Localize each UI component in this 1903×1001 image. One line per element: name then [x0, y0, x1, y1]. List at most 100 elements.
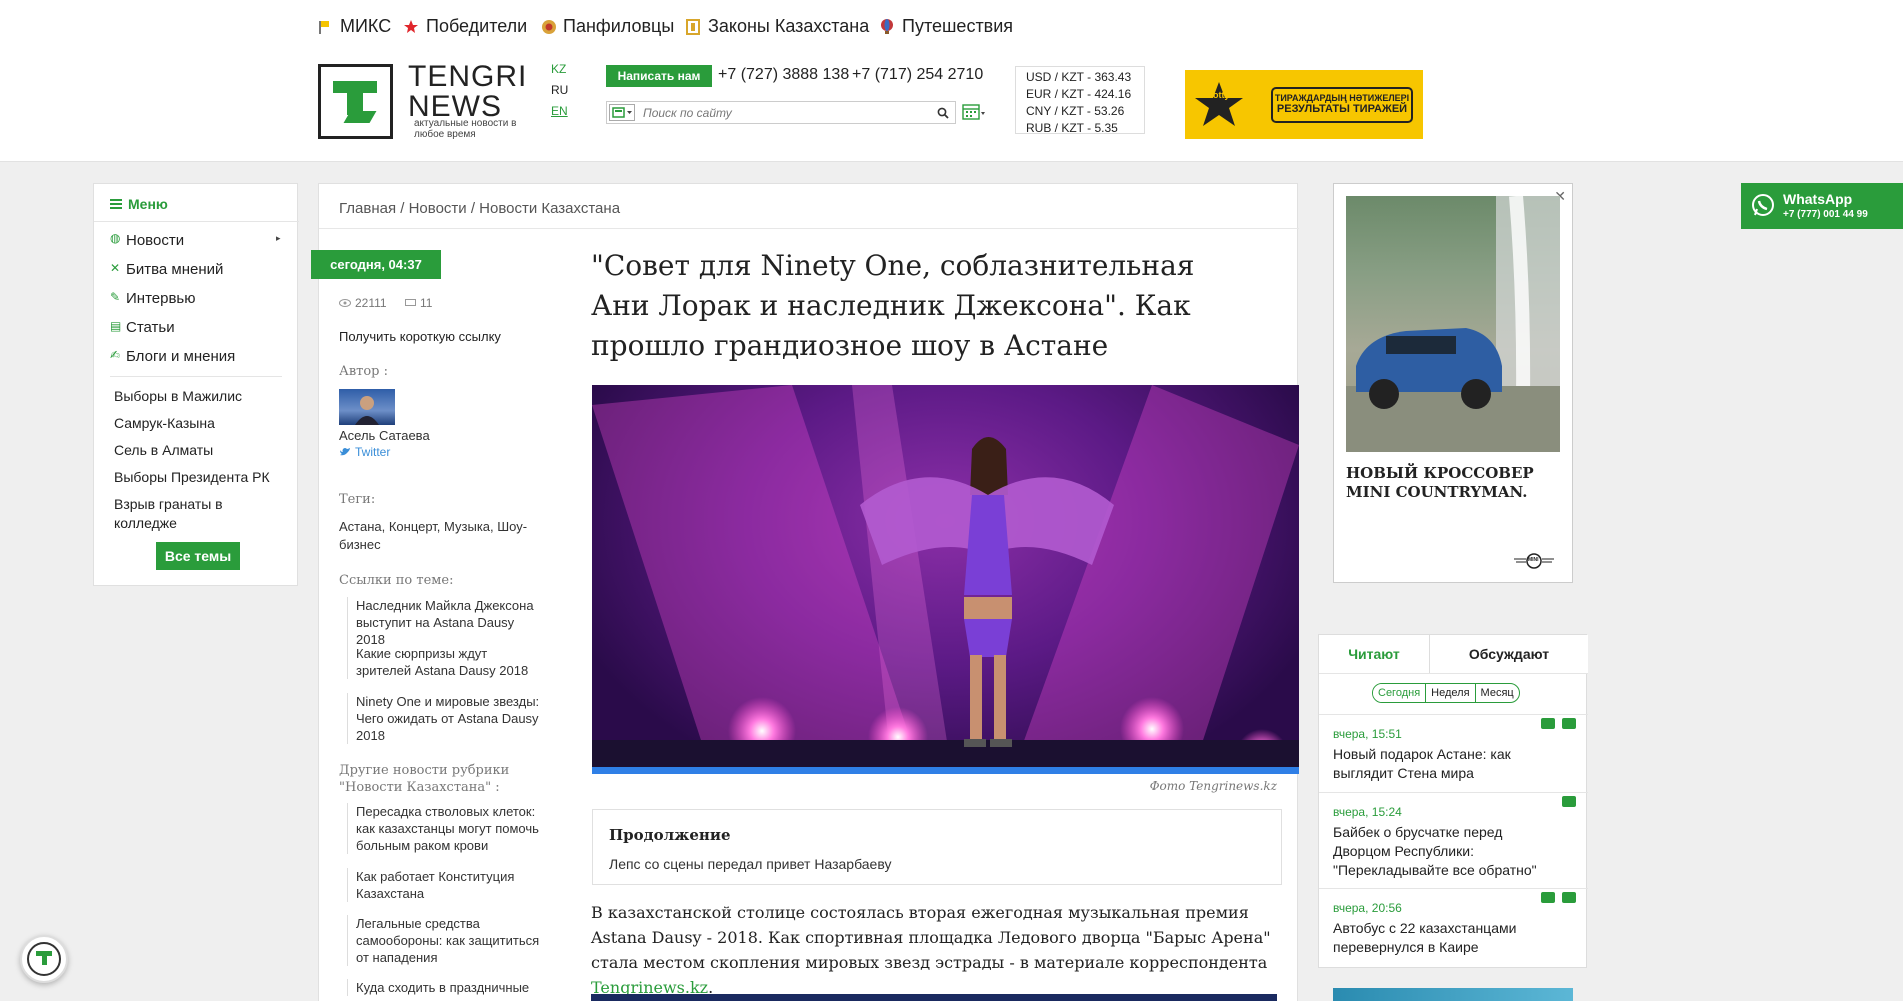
menu-item-blogs[interactable]: Блоги и мнения: [126, 348, 235, 365]
floating-home-button[interactable]: [20, 935, 68, 983]
phone-almaty[interactable]: +7 (727) 3888 138: [718, 66, 849, 84]
topic-grenade-2[interactable]: колледже: [114, 515, 177, 531]
topnav-item-laws[interactable]: Законы Казахстана: [686, 16, 869, 37]
other-news-1[interactable]: Пересадка стволовых клеток: как казахста…: [347, 803, 543, 854]
continuation-link[interactable]: Лепс со сцены передал привет Назарбаеву: [609, 856, 891, 872]
author-name[interactable]: Асель Сатаева: [339, 427, 539, 445]
star-logo-icon: [1195, 82, 1243, 126]
swords-icon: ✕: [110, 261, 121, 275]
menu-item-news[interactable]: Новости: [126, 232, 184, 249]
logo-mini-icon: [612, 107, 632, 118]
lang-en[interactable]: EN: [551, 104, 568, 118]
search-box: Поиск по сайту: [606, 101, 956, 124]
author-avatar[interactable]: [339, 389, 395, 425]
topnav-item-winners[interactable]: Победители: [404, 16, 527, 37]
lang-ru[interactable]: RU: [551, 83, 568, 97]
topic-samruk[interactable]: Самрук-Казына: [114, 415, 215, 431]
banner-results-box: ТИРАЖДАРДЫҢ НӘТИЖЕЛЕРІ РЕЗУЛЬТАТЫ ТИРАЖЕ…: [1271, 87, 1413, 123]
topic-sel[interactable]: Сель в Алматы: [114, 442, 213, 458]
search-input[interactable]: Поиск по сайту: [643, 106, 732, 120]
calendar-icon[interactable]: [962, 103, 986, 121]
logo-wordmark[interactable]: TENGRI NEWS: [408, 62, 527, 122]
site-header: МИКС Победители Панфиловцы Законы Казахс…: [0, 0, 1903, 162]
next-ad-banner[interactable]: [1333, 988, 1573, 1001]
rate-rub: RUB / KZT - 5.35: [1026, 121, 1118, 135]
tab-discussed[interactable]: Обсуждают: [1430, 635, 1588, 673]
menu-header[interactable]: Меню: [110, 196, 168, 212]
publish-date-badge: сегодня, 04:37: [311, 250, 441, 279]
globe-icon: ◍: [110, 231, 121, 245]
tags-label: Теги:: [339, 492, 376, 507]
lang-kz[interactable]: KZ: [551, 62, 566, 76]
related-links-label: Ссылки по теме:: [339, 573, 454, 588]
chevron-right-icon[interactable]: ▸: [276, 233, 281, 244]
continuation-title: Продолжение: [609, 826, 731, 844]
write-us-button[interactable]: Написать нам: [606, 65, 712, 87]
topic-elections[interactable]: Выборы Президента РК: [114, 469, 270, 485]
article-photo[interactable]: [592, 385, 1299, 774]
topic-grenade[interactable]: Взрыв гранаты в: [114, 496, 223, 512]
popular-item[interactable]: вчера, 20:56 Автобус с 22 казахстанцами …: [1333, 901, 1563, 957]
short-link-button[interactable]: Получить короткую ссылку: [339, 328, 539, 346]
lottery-banner-ad[interactable]: Sotty Zhuldyz ТИРАЖДАРДЫҢ НӘТИЖЕЛЕРІ РЕЗ…: [1185, 70, 1423, 139]
topnav-item-panfilov[interactable]: Панфиловцы: [541, 16, 674, 37]
ad-car-image: [1346, 196, 1560, 452]
mini-logo-icon: MINI: [1514, 552, 1554, 570]
whatsapp-button[interactable]: WhatsApp +7 (777) 001 44 99: [1741, 183, 1903, 229]
article-card: Главная / Новости / Новости Казахстана с…: [311, 183, 1299, 1001]
rate-eur: EUR / KZT - 424.16: [1026, 87, 1132, 101]
video-icon: [1562, 892, 1576, 903]
currency-rates: USD / KZT - 363.43 EUR / KZT - 424.16 CN…: [1015, 66, 1145, 135]
other-news-4[interactable]: Куда сходить в праздничные: [347, 979, 543, 996]
menu-item-articles[interactable]: Статьи: [126, 319, 175, 336]
rate-cny: CNY / KZT - 53.26: [1026, 104, 1125, 118]
period-today[interactable]: Сегодня: [1373, 684, 1427, 702]
eye-icon: [339, 299, 351, 307]
edit-icon: ✍: [110, 348, 121, 362]
balloon-icon: [880, 18, 894, 35]
ad-headline: НОВЫЙ КРОССОВЕР MINI COUNTRYMAN.: [1346, 464, 1534, 501]
tags-line-2[interactable]: бизнес: [339, 536, 539, 554]
period-month[interactable]: Месяц: [1476, 684, 1519, 702]
author-label: Автор :: [339, 364, 389, 379]
other-news-label: Другие новости рубрики "Новости Казахста…: [339, 763, 510, 795]
comment-icon: [405, 299, 416, 306]
tags-line-1[interactable]: Астана, Концерт, Музыка, Шоу-: [339, 518, 539, 536]
scales-icon: [686, 18, 700, 35]
other-news-3[interactable]: Легальные средства самообороны: как защи…: [347, 915, 543, 966]
popular-item[interactable]: вчера, 15:24 Байбек о брусчатке перед Дв…: [1333, 805, 1563, 880]
period-switch: Сегодня Неделя Месяц: [1372, 683, 1520, 703]
document-icon: ▤: [110, 319, 122, 333]
related-link-1[interactable]: Наследник Майкла Джексона выступит на As…: [347, 597, 543, 648]
comments-count[interactable]: 11: [405, 296, 432, 310]
other-news-2[interactable]: Как работает Конституция Казахстана: [347, 868, 543, 902]
topic-majilis[interactable]: Выборы в Мажилис: [114, 388, 242, 404]
pen-icon: ✎: [110, 290, 121, 304]
related-link-3[interactable]: Ninety One и мировые звезды: Чего ожидат…: [347, 693, 543, 744]
topnav-item-travel[interactable]: Путешествия: [880, 16, 1013, 37]
star-icon: [404, 19, 418, 35]
next-article-image: [591, 994, 1277, 1001]
tab-reading[interactable]: Читают: [1319, 635, 1430, 673]
article-title: "Совет для Ninety One, соблазнительная А…: [591, 249, 1195, 362]
related-link-2[interactable]: Какие сюрпризы ждут зрителей Astana Daus…: [347, 645, 543, 679]
topnav-item-mix[interactable]: МИКС: [318, 16, 391, 37]
video-icon: [1562, 718, 1576, 729]
photo-caption: Фото Tengrinews.kz: [1149, 779, 1277, 793]
search-filter-dropdown[interactable]: [609, 104, 635, 121]
author-twitter-link[interactable]: Twitter: [339, 445, 390, 459]
menu-item-interview[interactable]: Интервью: [126, 290, 196, 307]
search-icon[interactable]: [937, 107, 949, 119]
phone-astana[interactable]: +7 (717) 254 2710: [852, 66, 983, 84]
left-menu: Меню ◍ Новости ▸ ✕ Битва мнений ✎ Интерв…: [93, 183, 299, 586]
views-count: 22111: [339, 296, 387, 310]
popular-item[interactable]: вчера, 15:51 Новый подарок Астане: как в…: [1333, 727, 1563, 783]
menu-item-opinions[interactable]: Битва мнений: [126, 261, 223, 278]
site-logo[interactable]: [318, 64, 393, 139]
breadcrumb[interactable]: Главная / Новости / Новости Казахстана: [339, 200, 620, 217]
period-week[interactable]: Неделя: [1426, 684, 1476, 702]
twitter-icon: [340, 448, 350, 456]
all-topics-button[interactable]: Все темы: [156, 542, 240, 570]
tengri-logo-icon: [27, 942, 61, 976]
mini-countryman-ad[interactable]: ✕ НОВЫЙ КРОССОВЕР MINI COUNTRYMAN. MINI: [1333, 183, 1573, 583]
